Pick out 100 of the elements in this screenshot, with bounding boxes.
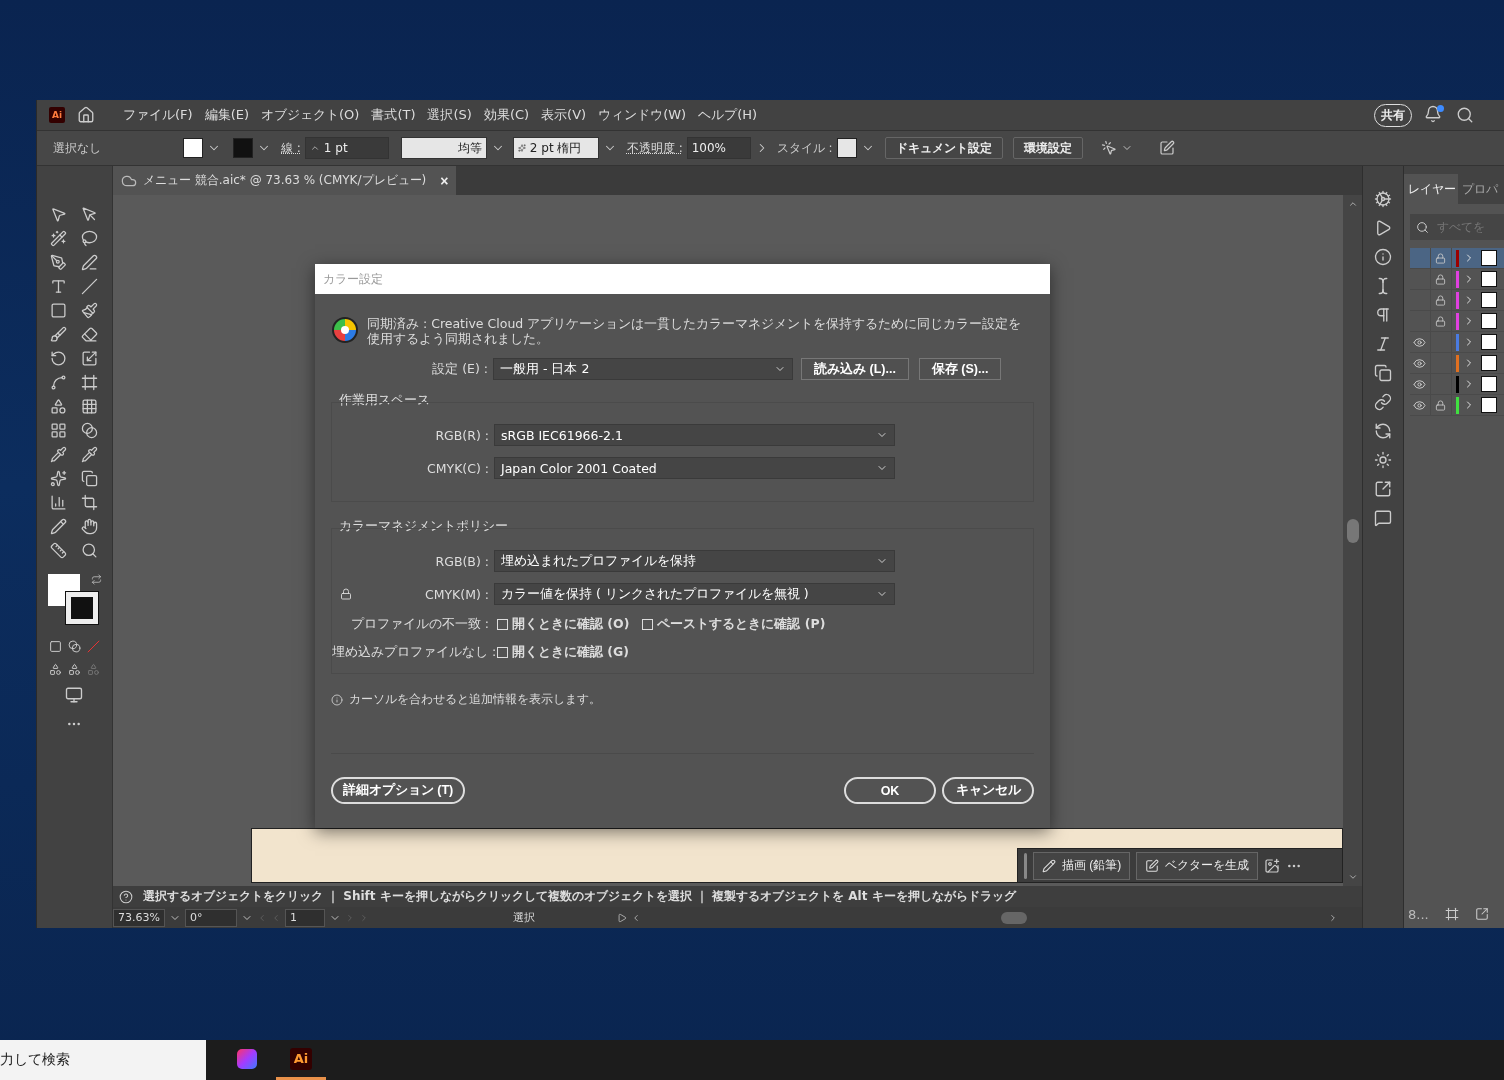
- profile-dropdown[interactable]: sRGB IEC61966-2.1: [494, 424, 895, 446]
- pointer-icon[interactable]: [50, 205, 68, 223]
- eye-icon[interactable]: [1413, 398, 1427, 412]
- artboard-icon[interactable]: [1444, 907, 1459, 921]
- crop-icon[interactable]: [81, 493, 99, 511]
- lock-icon[interactable]: [1435, 315, 1447, 327]
- checkbox-label[interactable]: 開くときに確認 (O): [512, 615, 630, 633]
- hand-icon[interactable]: [81, 517, 99, 535]
- zoom-icon[interactable]: [81, 541, 99, 559]
- eye-icon[interactable]: [1413, 356, 1427, 370]
- lock-icon[interactable]: [1435, 273, 1447, 285]
- frame-icon[interactable]: [81, 373, 99, 391]
- close-button[interactable]: ×: [432, 172, 449, 189]
- line-icon[interactable]: [81, 277, 99, 295]
- menu-item[interactable]: ウィンドウ(W): [592, 100, 693, 130]
- taskbar-app[interactable]: Ai: [276, 1040, 326, 1080]
- layer-row[interactable]: [1410, 269, 1504, 290]
- brush-field[interactable]: 2 pt 楕円: [512, 137, 599, 159]
- pipette-icon[interactable]: [81, 445, 99, 463]
- checkbox[interactable]: [497, 618, 508, 630]
- lasso-icon[interactable]: [81, 229, 99, 247]
- type-icon[interactable]: [50, 277, 68, 295]
- stepper-icon[interactable]: [309, 143, 320, 153]
- info-icon[interactable]: [1374, 248, 1392, 266]
- zoom-field[interactable]: 73.63%: [112, 908, 165, 927]
- taskbar-search-field[interactable]: 力して検索: [0, 1040, 206, 1080]
- checkbox[interactable]: [497, 646, 508, 658]
- menu-item[interactable]: オブジェクト(O): [255, 100, 366, 130]
- italic-icon[interactable]: [1374, 335, 1392, 353]
- app-logo[interactable]: Ai: [49, 107, 65, 123]
- checkbox-label[interactable]: ペーストするときに確認 (P): [657, 615, 826, 633]
- fill-stroke-drawing[interactable]: [46, 574, 103, 626]
- ok-button[interactable]: OK: [844, 777, 936, 804]
- scroll-right-icon[interactable]: [1328, 912, 1338, 923]
- panel-tab[interactable]: プロパ: [1458, 174, 1500, 204]
- search-icon[interactable]: [1456, 106, 1474, 124]
- layer-row[interactable]: [1410, 353, 1504, 374]
- rotation-field[interactable]: 0°: [184, 908, 237, 927]
- play-icon[interactable]: [616, 912, 627, 923]
- style-swatch[interactable]: [836, 138, 857, 158]
- policy-dropdown[interactable]: カラー値を保持 ( リンクされたプロファイルを無視 ): [494, 583, 895, 605]
- layer-row[interactable]: [1410, 374, 1504, 395]
- link-icon[interactable]: [1374, 393, 1392, 411]
- toolbar-button[interactable]: ドキュメント設定: [884, 137, 1003, 159]
- pen-icon[interactable]: [50, 253, 68, 271]
- cancel-button[interactable]: キャンセル: [942, 777, 1034, 804]
- taskbar-button[interactable]: ベクターを生成: [1136, 851, 1259, 880]
- toolbar-button[interactable]: 環境設定: [1012, 137, 1083, 159]
- menu-item[interactable]: ファイル(F): [117, 100, 199, 130]
- eye-icon[interactable]: [1413, 335, 1427, 349]
- scroll-up-icon[interactable]: [1347, 199, 1358, 209]
- sparkles-icon[interactable]: [50, 469, 68, 487]
- stroke-label[interactable]: 線 :: [281, 139, 301, 157]
- scroll-thumb[interactable]: [1001, 911, 1028, 924]
- stroke-profile-field[interactable]: 均等: [400, 137, 487, 159]
- eye-icon[interactable]: [1413, 377, 1427, 391]
- select-cursor-icon[interactable]: [1100, 140, 1117, 156]
- pointer-icon[interactable]: [81, 205, 99, 223]
- creative-cloud-icon[interactable]: [237, 1048, 257, 1069]
- eraser-icon[interactable]: [81, 325, 99, 343]
- comment-icon[interactable]: [1374, 509, 1392, 527]
- layer-row[interactable]: [1410, 290, 1504, 311]
- load-button[interactable]: 読み込み (L)...: [801, 358, 909, 380]
- help-icon[interactable]: [118, 889, 133, 904]
- menu-item[interactable]: 表示(V): [535, 100, 593, 130]
- bell-icon[interactable]: [1424, 105, 1442, 123]
- screen-mode-icon[interactable]: [65, 686, 84, 704]
- menu-item[interactable]: 編集(E): [198, 100, 255, 130]
- lock-icon[interactable]: [1435, 252, 1447, 264]
- taskbar-button[interactable]: 描画 (鉛筆): [1033, 851, 1131, 880]
- sun-icon[interactable]: [1374, 451, 1392, 469]
- stroke-weight-field[interactable]: 1 pt: [304, 137, 389, 159]
- pilcrow-icon[interactable]: [1374, 306, 1392, 324]
- save-button[interactable]: 保存 (S)...: [918, 358, 1002, 380]
- settings-dropdown[interactable]: 一般用 - 日本 2: [493, 358, 793, 380]
- wand-icon[interactable]: [50, 229, 68, 247]
- grid-icon[interactable]: [81, 397, 99, 415]
- pipette-icon[interactable]: [50, 445, 68, 463]
- layer-row[interactable]: [1410, 248, 1504, 269]
- export-icon[interactable]: [1474, 907, 1489, 921]
- scroll-thumb[interactable]: [1346, 519, 1359, 543]
- layer-row[interactable]: [1410, 332, 1504, 353]
- menu-item[interactable]: 選択(S): [421, 100, 478, 130]
- menu-item[interactable]: 効果(C): [477, 100, 536, 130]
- pen-icon[interactable]: [81, 253, 99, 271]
- ruler-icon[interactable]: [50, 541, 68, 559]
- rectangle-icon[interactable]: [50, 301, 68, 319]
- curve-icon[interactable]: [50, 373, 68, 391]
- artboard-field[interactable]: 1: [284, 908, 325, 927]
- brush-icon[interactable]: [50, 325, 68, 343]
- profile-dropdown[interactable]: Japan Color 2001 Coated: [494, 457, 895, 479]
- export-icon[interactable]: [1374, 480, 1392, 498]
- menu-item[interactable]: 書式(T): [365, 100, 422, 130]
- checkbox[interactable]: [642, 618, 654, 630]
- opacity-field[interactable]: 100%: [686, 137, 751, 159]
- stroke-swatch[interactable]: [233, 138, 253, 158]
- panel-tab[interactable]: レイヤー: [1404, 174, 1458, 204]
- layer-row[interactable]: [1410, 311, 1504, 332]
- scroll-down-icon[interactable]: [1347, 872, 1358, 882]
- shapes-icon[interactable]: [50, 397, 68, 415]
